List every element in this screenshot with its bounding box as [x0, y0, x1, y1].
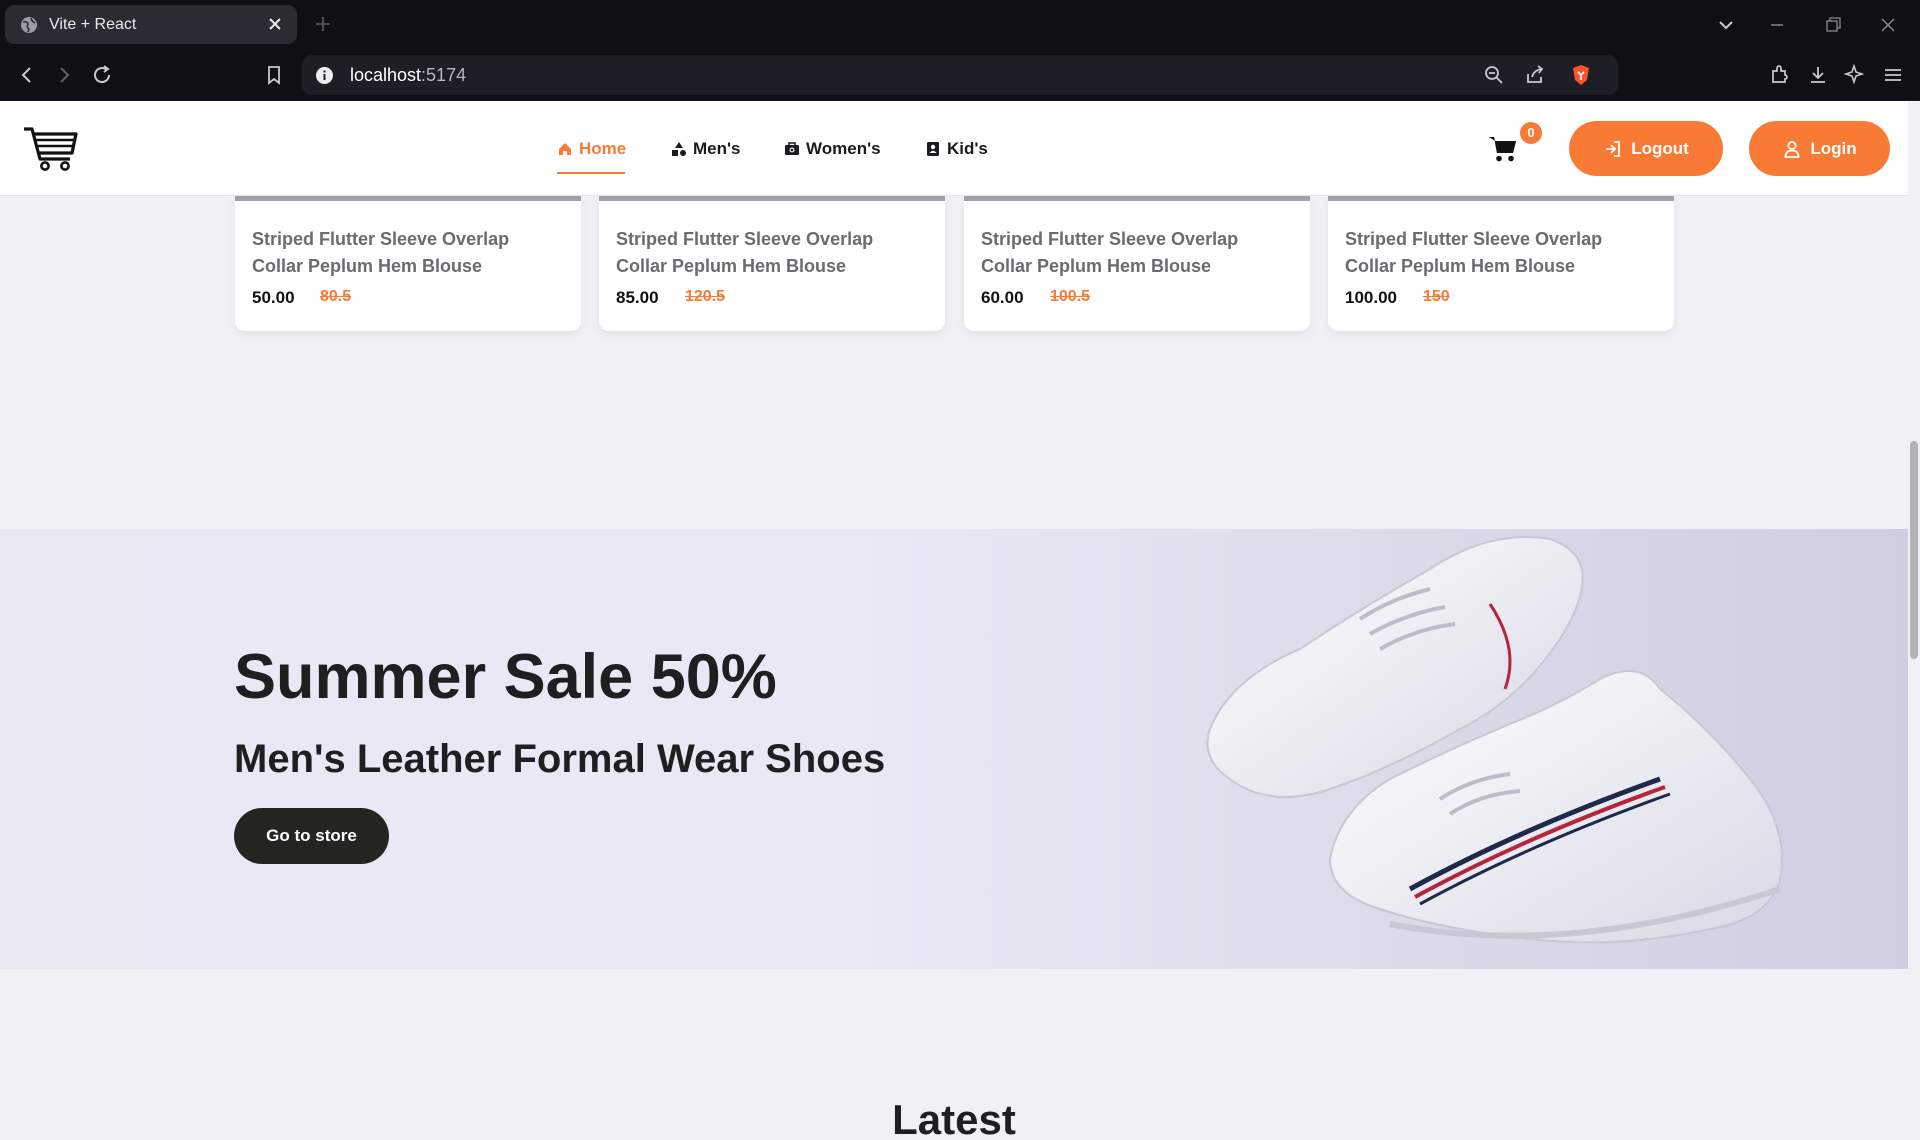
product-old-price: 100.5	[1050, 288, 1091, 305]
zoom-icon[interactable]	[1482, 63, 1506, 87]
product-card[interactable]: Striped Flutter Sleeve Overlap Collar Pe…	[599, 196, 945, 331]
product-card[interactable]: Striped Flutter Sleeve Overlap Collar Pe…	[964, 196, 1310, 331]
new-tab-icon[interactable]	[313, 14, 333, 34]
forward-icon[interactable]	[52, 63, 76, 87]
banner-subtitle: Men's Leather Formal Wear Shoes	[234, 737, 886, 781]
product-price: 50.00	[252, 288, 295, 307]
close-icon[interactable]	[266, 15, 284, 33]
product-image[interactable]	[964, 196, 1310, 201]
shapes-icon	[672, 142, 686, 156]
minimize-icon[interactable]	[1766, 14, 1788, 36]
banner-title: Summer Sale 50%	[234, 642, 777, 712]
restore-icon[interactable]	[1822, 14, 1844, 36]
product-name[interactable]: Striped Flutter Sleeve Overlap Collar Pe…	[1345, 226, 1645, 280]
product-old-price: 80.5	[320, 288, 352, 305]
nav-link-label: Home	[579, 139, 627, 158]
url-text[interactable]: localhost:5174	[350, 65, 466, 86]
cart-count-badge: 0	[1520, 122, 1542, 144]
product-name[interactable]: Striped Flutter Sleeve Overlap Collar Pe…	[252, 226, 552, 280]
globe-icon	[21, 17, 37, 33]
reload-icon[interactable]	[90, 63, 114, 87]
chevron-down-icon[interactable]	[1715, 14, 1737, 36]
nav-link-mens[interactable]: Men's	[671, 139, 741, 159]
login-label: Login	[1810, 138, 1857, 158]
product-image[interactable]	[599, 196, 945, 201]
scrollbar-thumb[interactable]	[1910, 441, 1918, 659]
login-button[interactable]: Login	[1749, 121, 1890, 176]
tab-title: Vite + React	[49, 16, 137, 33]
go-to-store-button[interactable]: Go to store	[234, 808, 389, 864]
nav-link-label: Men's	[693, 139, 741, 158]
product-card[interactable]: Striped Flutter Sleeve Overlap Collar Pe…	[235, 196, 581, 331]
cart-logo-icon[interactable]	[22, 123, 78, 173]
bookmark-icon[interactable]	[262, 63, 286, 87]
id-badge-icon	[927, 142, 939, 156]
page-scrollbar[interactable]	[1908, 101, 1920, 1140]
logout-label: Logout	[1631, 138, 1689, 158]
product-price: 60.00	[981, 288, 1024, 307]
nav-link-womens[interactable]: Women's	[784, 139, 881, 159]
user-icon	[1784, 140, 1800, 158]
sneakers-image	[1206, 536, 1783, 944]
logout-button[interactable]: Logout	[1569, 121, 1723, 176]
logout-icon	[1606, 140, 1621, 157]
product-price: 85.00	[616, 288, 659, 307]
product-old-price: 150	[1423, 288, 1450, 305]
summer-sale-banner: Summer Sale 50% Men's Leather Formal Wea…	[0, 529, 1908, 969]
address-bar[interactable]: localhost:5174	[302, 55, 1618, 95]
extensions-icon[interactable]	[1768, 63, 1792, 87]
download-icon[interactable]	[1806, 63, 1830, 87]
leo-ai-icon[interactable]	[1843, 63, 1867, 87]
product-image[interactable]	[235, 196, 581, 201]
home-icon	[559, 143, 571, 155]
back-icon[interactable]	[15, 63, 39, 87]
briefcase-icon	[785, 142, 799, 155]
menu-icon[interactable]	[1881, 63, 1905, 87]
latest-section-heading: Latest	[892, 1096, 1016, 1140]
brave-shield-icon[interactable]	[1569, 63, 1593, 87]
browser-tab-bar: Vite + React	[0, 0, 1920, 50]
url-host: localhost	[350, 65, 422, 85]
window-close-icon[interactable]	[1877, 14, 1899, 36]
nav-link-kids[interactable]: Kid's	[925, 139, 988, 159]
cart-icon[interactable]	[1487, 132, 1519, 164]
nav-link-label: Women's	[806, 139, 881, 158]
url-port: :5174	[421, 65, 467, 85]
site-navbar: Home Men's Women's Kid's 0 Logout Login	[0, 101, 1908, 196]
active-nav-underline	[557, 172, 625, 174]
browser-tab[interactable]: Vite + React	[5, 5, 297, 44]
product-card[interactable]: Striped Flutter Sleeve Overlap Collar Pe…	[1328, 196, 1674, 331]
product-image[interactable]	[1328, 196, 1674, 201]
page-viewport: Striped Flutter Sleeve Overlap Collar Pe…	[0, 101, 1908, 1140]
product-name[interactable]: Striped Flutter Sleeve Overlap Collar Pe…	[981, 226, 1281, 280]
nav-link-label: Kid's	[947, 139, 988, 158]
share-icon[interactable]	[1523, 63, 1547, 87]
product-old-price: 120.5	[685, 288, 726, 305]
product-name[interactable]: Striped Flutter Sleeve Overlap Collar Pe…	[616, 226, 916, 280]
product-price: 100.00	[1345, 288, 1397, 307]
browser-toolbar: localhost:5174	[0, 50, 1920, 101]
info-icon[interactable]	[315, 66, 334, 85]
nav-link-home[interactable]: Home	[557, 139, 626, 159]
